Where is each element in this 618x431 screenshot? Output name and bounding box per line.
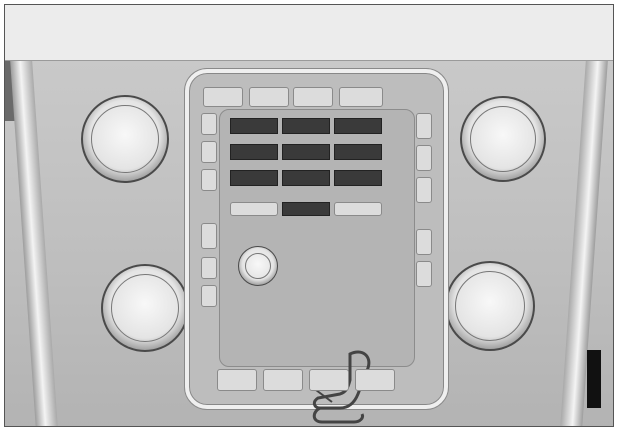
- knob-top-right[interactable]: [460, 96, 546, 182]
- side-code-label: [587, 350, 601, 408]
- keypad-bottom-right[interactable]: [334, 202, 382, 216]
- knob-ring: [111, 274, 179, 342]
- center-inner-area: [219, 109, 415, 424]
- left-column-button-2[interactable]: [201, 141, 217, 163]
- keypad-key-5[interactable]: [282, 144, 330, 160]
- header-bar: [5, 5, 613, 61]
- bottom-button-2[interactable]: [263, 369, 303, 391]
- keypad-key-1[interactable]: [230, 118, 278, 134]
- right-column-button-3[interactable]: [416, 177, 432, 203]
- knob-bottom-right[interactable]: [445, 261, 535, 351]
- keypad-bottom-left[interactable]: [230, 202, 278, 216]
- knob-bottom-left[interactable]: [101, 264, 189, 352]
- keypad-key-7[interactable]: [230, 170, 278, 186]
- left-column-button-3[interactable]: [201, 169, 217, 191]
- left-column-button-5[interactable]: [201, 257, 217, 279]
- keypad-key-8[interactable]: [282, 170, 330, 186]
- knob-top-left[interactable]: [81, 95, 169, 183]
- image-frame: [4, 4, 614, 427]
- right-column-button-2[interactable]: [416, 145, 432, 171]
- knob-ring: [91, 105, 159, 173]
- top-button-4[interactable]: [339, 87, 383, 107]
- center-control-panel: [185, 69, 448, 424]
- right-column-button-1[interactable]: [416, 113, 432, 139]
- keypad-key-2[interactable]: [282, 118, 330, 134]
- top-button-1[interactable]: [203, 87, 243, 107]
- keypad-key-6[interactable]: [334, 144, 382, 160]
- seat-base: [312, 406, 364, 424]
- keypad-key-9[interactable]: [334, 170, 382, 186]
- dashboard-console: [5, 61, 613, 426]
- center-small-knob[interactable]: [238, 246, 278, 286]
- left-column-button-1[interactable]: [201, 113, 217, 135]
- left-column-button-6[interactable]: [201, 285, 217, 307]
- left-column-button-4[interactable]: [201, 223, 217, 249]
- right-column-button-5[interactable]: [416, 261, 432, 287]
- top-button-3[interactable]: [293, 87, 333, 107]
- knob-ring: [455, 271, 525, 341]
- keypad-key-3[interactable]: [334, 118, 382, 134]
- bottom-button-1[interactable]: [217, 369, 257, 391]
- keypad-bottom-middle[interactable]: [282, 202, 330, 216]
- knob-ring: [470, 106, 536, 172]
- left-trim: [10, 61, 58, 426]
- bottom-button-3[interactable]: [309, 369, 349, 391]
- right-column-button-4[interactable]: [416, 229, 432, 255]
- top-button-2[interactable]: [249, 87, 289, 107]
- keypad-key-4[interactable]: [230, 144, 278, 160]
- bottom-button-4[interactable]: [355, 369, 395, 391]
- knob-ring: [245, 253, 271, 279]
